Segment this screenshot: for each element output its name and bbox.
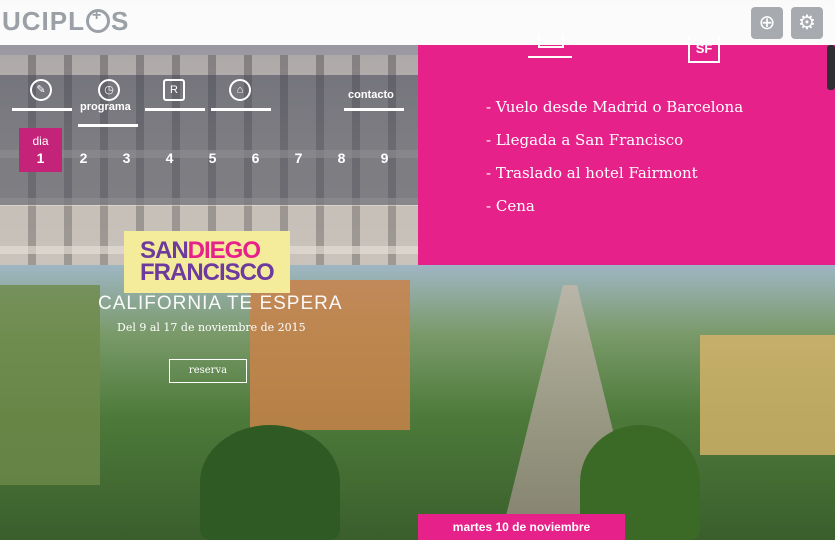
nav-underline: [12, 108, 72, 111]
itinerary-item: - Cena: [486, 197, 535, 215]
pencil-icon: ✎: [30, 79, 52, 101]
restaurant-icon: R: [163, 79, 185, 101]
nav-label-programa: programa: [80, 101, 131, 113]
house-left: [0, 285, 100, 485]
reserva-button[interactable]: reserva: [169, 359, 247, 383]
nav-underline: [145, 108, 205, 111]
promo-dates: Del 9 al 17 de noviembre de 2015: [117, 321, 306, 334]
itinerary-item: - Traslado al hotel Fairmont: [486, 164, 698, 182]
logo-plus-icon: [86, 7, 110, 33]
hotel-icon: [528, 34, 572, 58]
san-francisco-logo: SANDIEGO FRANCISCO: [124, 231, 290, 293]
settings-button[interactable]: ⚙: [791, 7, 823, 39]
nav-label-contacto: contacto: [348, 89, 394, 101]
house-right: [700, 335, 835, 455]
day-button-2[interactable]: 2: [62, 128, 105, 172]
add-user-button[interactable]: ⊕: [751, 7, 783, 39]
nav-item-home[interactable]: ⌂: [211, 75, 271, 115]
nav-underline-active: [78, 124, 138, 127]
sf-icon: SF: [688, 37, 720, 63]
settings-icon: ⚙: [798, 12, 816, 34]
add-user-icon: ⊕: [758, 12, 776, 34]
day-button-4[interactable]: 4: [148, 128, 191, 172]
itinerary-item: - Llegada a San Francisco: [486, 131, 684, 149]
promo-tagline: CALIFORNIA TE ESPERA: [98, 293, 343, 314]
itinerary-panel: SF - Vuelo desde Madrid o Barcelona - Ll…: [418, 34, 835, 265]
day-button-7[interactable]: 7: [277, 128, 320, 172]
scrollbar-thumb[interactable]: [827, 45, 835, 90]
day-button-9[interactable]: 9: [363, 128, 406, 172]
nav-item-programa[interactable]: ◷ programa: [78, 75, 138, 127]
day-button-6[interactable]: 6: [234, 128, 277, 172]
nav-underline: [211, 108, 271, 111]
nav-item-contacto[interactable]: contacto: [344, 75, 404, 115]
itinerary-list: - Vuelo desde Madrid o Barcelona - Llega…: [486, 97, 743, 229]
day-button-5[interactable]: 5: [191, 128, 234, 172]
tree: [200, 425, 340, 540]
day-button-1[interactable]: dia 1: [19, 128, 62, 172]
nav-item-restaurant[interactable]: R: [145, 75, 205, 115]
site-logo[interactable]: UCIPLS: [2, 6, 129, 37]
current-date-bar[interactable]: martes 10 de noviembre: [418, 514, 625, 540]
home-icon: ⌂: [229, 79, 251, 101]
nav-underline: [344, 108, 404, 111]
itinerary-item: - Vuelo desde Madrid o Barcelona: [486, 98, 744, 116]
clock-icon: ◷: [98, 79, 120, 101]
nav-item-pencil[interactable]: ✎: [12, 75, 72, 115]
day-button-3[interactable]: 3: [105, 128, 148, 172]
day-button-8[interactable]: 8: [320, 128, 363, 172]
